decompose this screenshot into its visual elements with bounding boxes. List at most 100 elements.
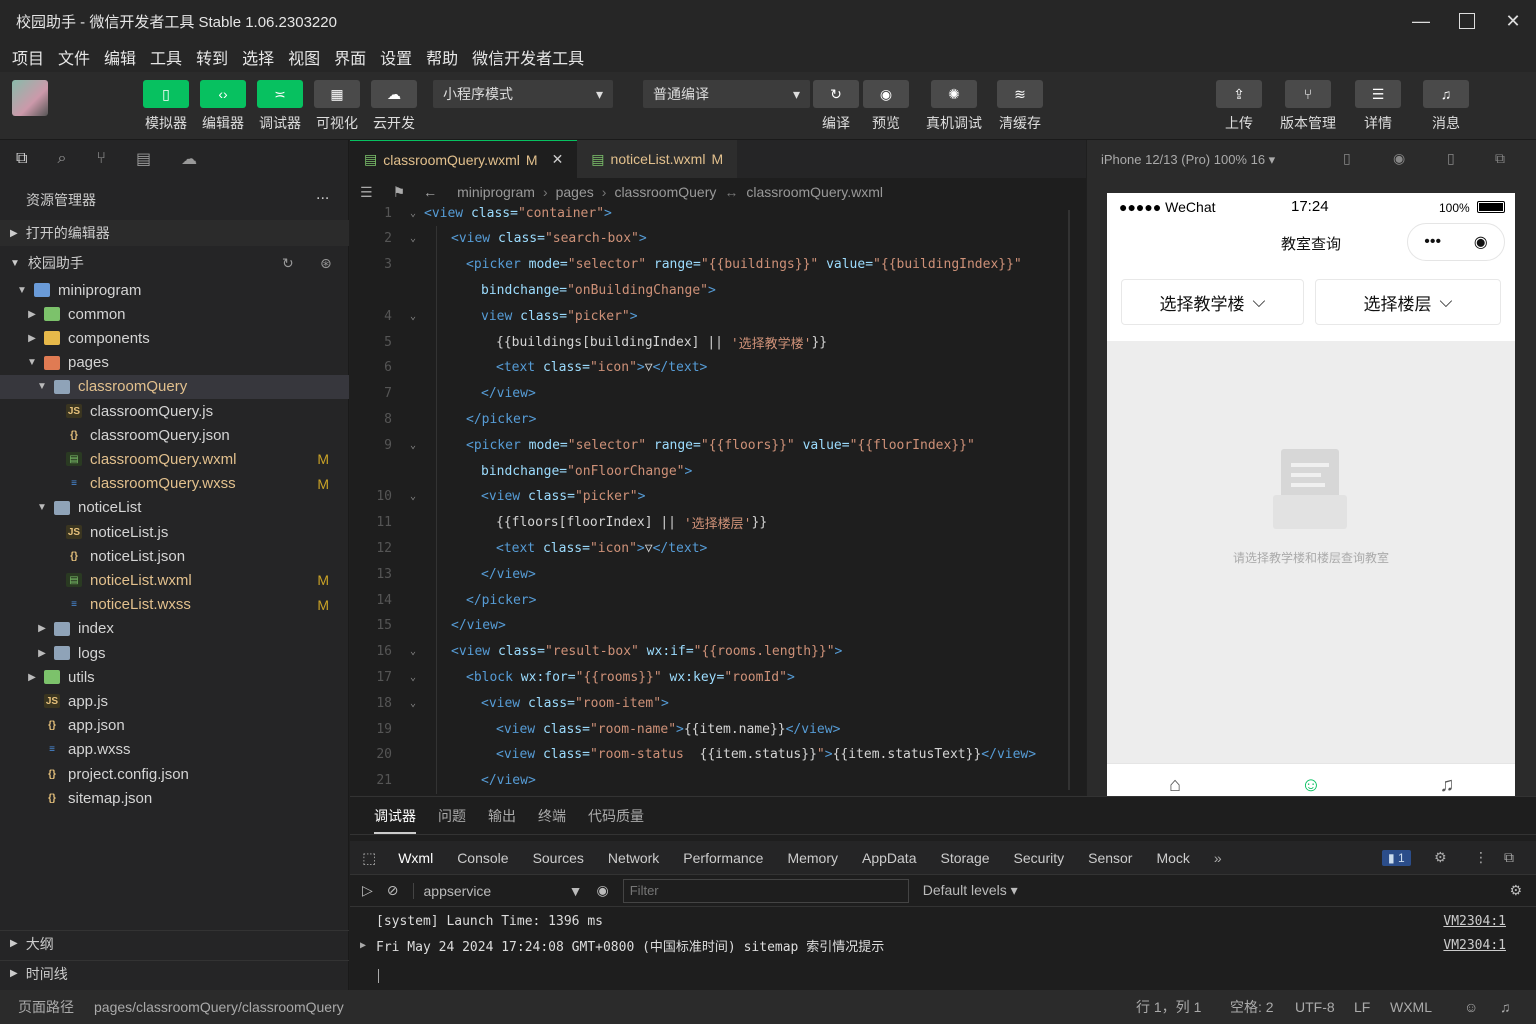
fold-chevron-icon[interactable]: ⌄ (402, 311, 424, 322)
devtools-tab[interactable]: Storage (940, 850, 989, 866)
toolbar-button[interactable]: ▦ 可视化 (307, 80, 367, 133)
search-icon[interactable]: ⌕ (57, 150, 66, 168)
maximize-button[interactable] (1442, 0, 1492, 42)
back-icon[interactable]: ← (423, 184, 437, 200)
panel-tab[interactable]: 问题 (438, 806, 466, 826)
toolbar-button[interactable]: ⇪ 上传 (1209, 80, 1269, 133)
settings-icon[interactable]: ⚙ (1434, 849, 1447, 866)
tree-item[interactable]: ≡ classroomQuery.wxss M (0, 472, 349, 496)
menu-item[interactable]: 工具 (150, 45, 182, 69)
avatar[interactable] (12, 80, 48, 116)
context-select[interactable]: appservice ▼ (412, 882, 583, 899)
console-source-link[interactable]: VM2304:1 (1443, 914, 1506, 929)
expand-arrow-icon[interactable]: ▶ (350, 940, 376, 951)
debug-panel-icon[interactable]: ▤ (136, 149, 151, 169)
fold-chevron-icon[interactable]: ⌄ (402, 698, 424, 709)
tree-item[interactable]: {} project.config.json (0, 762, 349, 786)
compile-select[interactable]: 普通编译 ▾ (643, 80, 810, 108)
console-source-link[interactable]: VM2304:1 (1443, 938, 1506, 953)
clear-console-icon[interactable]: ⊘ (387, 882, 399, 899)
inspect-icon[interactable]: ⬚ (362, 849, 376, 867)
breadcrumb-item[interactable]: pages (556, 184, 594, 200)
devtools-tab[interactable]: Network (608, 850, 659, 866)
settings-icon[interactable]: ⚙ (1509, 882, 1522, 899)
tree-item[interactable]: ▶ logs (0, 641, 349, 665)
device-icon[interactable]: ▯ (1343, 150, 1351, 167)
menu-item[interactable]: 文件 (58, 45, 90, 69)
refresh-icon[interactable]: ↻ (282, 255, 294, 272)
message-badge[interactable]: ▮ 1 (1382, 849, 1411, 866)
tree-item[interactable]: ▼ classroomQuery (0, 374, 349, 399)
menu-item[interactable]: 选择 (242, 45, 274, 69)
breadcrumb-item[interactable]: miniprogram (457, 184, 535, 200)
fold-chevron-icon[interactable]: ⌄ (402, 646, 424, 657)
devtools-tab[interactable]: Memory (787, 850, 838, 866)
toolbar-button[interactable]: ≋ 清缓存 (990, 80, 1050, 133)
toolbar-button[interactable]: ♫ 消息 (1416, 80, 1476, 133)
tree-item[interactable]: {} sitemap.json (0, 786, 349, 810)
devtools-tab[interactable]: Sources (533, 850, 584, 866)
open-editors-section[interactable]: ▶ 打开的编辑器 (0, 220, 349, 246)
devtools-tab[interactable]: Console (457, 850, 508, 866)
menu-item[interactable]: 设置 (380, 45, 412, 69)
breadcrumb-item[interactable]: classroomQuery (614, 184, 716, 200)
capsule-menu[interactable]: ••• ◉ (1407, 223, 1505, 261)
toolbar-button[interactable]: ‹› 编辑器 (193, 80, 253, 133)
devtools-tab[interactable]: AppData (862, 850, 916, 866)
tree-item[interactable]: ▶ components (0, 326, 349, 350)
record-icon[interactable]: ◉ (1393, 150, 1405, 167)
popout-icon[interactable]: ⧉ (1495, 150, 1505, 167)
tree-item[interactable]: ≡ app.wxss (0, 738, 349, 762)
editor-scrollbar[interactable] (1068, 210, 1070, 790)
indent-setting[interactable]: 空格: 2 (1230, 997, 1274, 1017)
tree-item[interactable]: ▤ classroomQuery.wxml M (0, 447, 349, 471)
files-icon[interactable]: ⧉ (16, 150, 27, 168)
menu-item[interactable]: 视图 (288, 45, 320, 69)
devtools-tab[interactable]: Mock (1156, 850, 1189, 866)
panel-tab[interactable]: 输出 (488, 806, 516, 826)
tree-item[interactable]: ▶ utils (0, 665, 349, 689)
editor-tab[interactable]: ▤ noticeList.wxml M (577, 140, 738, 178)
panel-tab[interactable]: 调试器 (374, 806, 416, 834)
toolbar-button[interactable]: ≍ 调试器 (250, 80, 310, 133)
kebab-icon[interactable]: ⋮ (1474, 849, 1488, 866)
tree-item[interactable]: {} app.json (0, 714, 349, 738)
tree-item[interactable]: {} classroomQuery.json (0, 423, 349, 447)
toolbar-button[interactable]: ⑂ 版本管理 (1278, 80, 1338, 133)
tree-item[interactable]: ▼ pages (0, 351, 349, 375)
more-actions-button[interactable]: ... (316, 186, 329, 204)
tree-item[interactable]: {} noticeList.json (0, 544, 349, 568)
sidebar-toggle-icon[interactable]: ▷ (362, 882, 373, 899)
source-control-icon[interactable]: ⑂ (96, 150, 106, 168)
menu-item[interactable]: 界面 (334, 45, 366, 69)
devtools-tab[interactable]: Security (1014, 850, 1065, 866)
device-select[interactable]: iPhone 12/13 (Pro) 100% 16 ▾ (1101, 152, 1275, 168)
toolbar-button[interactable]: ◉ 预览 (856, 80, 916, 133)
fold-chevron-icon[interactable]: ⌄ (402, 672, 424, 683)
menu-item[interactable]: 转到 (196, 45, 228, 69)
tree-item[interactable]: ▼ noticeList (0, 496, 349, 520)
dock-icon[interactable]: ⧉ (1504, 849, 1514, 866)
encoding[interactable]: UTF-8 (1295, 999, 1335, 1015)
eol[interactable]: LF (1354, 999, 1370, 1015)
toolbar-button[interactable]: ✺ 真机调试 (924, 80, 984, 133)
extensions-icon[interactable]: ☁ (181, 149, 197, 169)
language-mode[interactable]: WXML (1390, 999, 1432, 1015)
more-dots-icon[interactable]: ••• (1424, 233, 1441, 251)
filter-input[interactable] (622, 878, 909, 903)
tree-item[interactable]: JS app.js (0, 689, 349, 713)
fold-chevron-icon[interactable]: ⌄ (402, 440, 424, 451)
breadcrumb-item[interactable]: classroomQuery.wxml (746, 184, 883, 200)
toolbar-button[interactable]: ☁ 云开发 (364, 80, 424, 133)
notification-icon[interactable]: ♫ (1500, 999, 1511, 1015)
menu-item[interactable]: 项目 (12, 45, 44, 69)
devtools-tab[interactable]: Sensor (1088, 850, 1132, 866)
toolbar-button[interactable]: ☰ 详情 (1348, 80, 1408, 133)
menu-item[interactable]: 编辑 (104, 45, 136, 69)
fold-chevron-icon[interactable]: ⌄ (402, 233, 424, 244)
floor-picker[interactable]: 选择楼层 ⌵ (1315, 279, 1501, 325)
close-tab-icon[interactable]: ✕ (552, 151, 564, 168)
devtools-tab[interactable]: Wxml (398, 850, 433, 866)
menu-item[interactable]: 帮助 (426, 45, 458, 69)
editor-tab[interactable]: ▤ classroomQuery.wxml M ✕ (350, 140, 578, 178)
